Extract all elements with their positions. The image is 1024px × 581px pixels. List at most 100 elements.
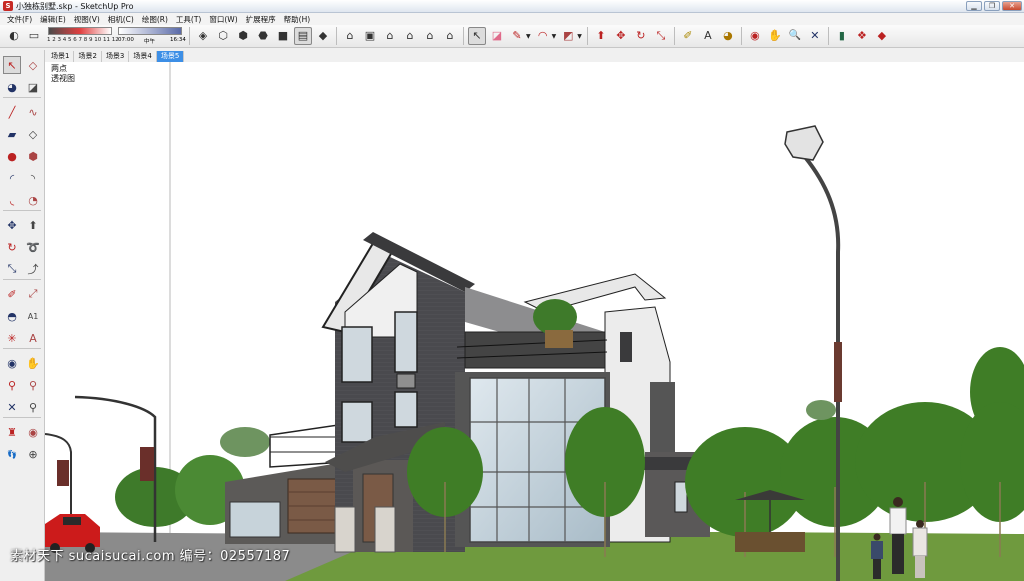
back-edges-icon[interactable]: ⬡ [214,27,232,45]
back-view-icon[interactable]: ⌂ [421,27,439,45]
pan-icon[interactable]: ✋ [766,27,784,45]
3d-text-icon[interactable]: A [24,329,42,347]
zoom-window-icon[interactable]: ⚲ [24,376,42,394]
rotated-rectangle-icon[interactable]: ◇ [24,125,42,143]
eraser-icon[interactable]: ◪ [488,27,506,45]
push-pull-icon[interactable]: ⬆ [24,216,42,234]
sketchup-app-icon: S [3,1,13,11]
toolbar-separator [463,27,464,45]
pie-icon[interactable]: ◔ [24,191,42,209]
follow-me-icon[interactable]: ➰ [24,238,42,256]
extension-icon[interactable]: ◆ [873,27,891,45]
menu-help[interactable]: 帮助(H) [280,14,315,25]
rotate-icon[interactable]: ↻ [3,238,21,256]
position-camera-icon[interactable]: ♜ [3,423,21,441]
chevron-down-icon[interactable]: ▼ [552,33,557,40]
tab-scene-5[interactable]: 场景5 [156,50,185,62]
menu-tools[interactable]: 工具(T) [172,14,205,25]
walk-icon[interactable]: 👣 [3,445,21,463]
tab-scene-1[interactable]: 场景1 [47,50,75,62]
shaded-icon[interactable]: ■ [274,27,292,45]
line-icon[interactable]: ╱ [3,103,21,121]
right-view-icon[interactable]: ⌂ [401,27,419,45]
title-bar: S 小独栋别墅.skp - SketchUp Pro ▁ ❐ ✕ [0,0,1024,13]
move-icon[interactable]: ✥ [3,216,21,234]
previous-view-icon[interactable]: ⚲ [24,398,42,416]
menu-edit[interactable]: 编辑(E) [36,14,70,25]
polygon-icon[interactable]: ⬢ [24,147,42,165]
two-point-arc-icon[interactable]: ◝ [24,169,42,187]
axes-icon[interactable]: ✳ [3,329,21,347]
model-viewport[interactable]: 两点 透视图 [45,62,1024,581]
left-view-icon[interactable]: ⌂ [441,27,459,45]
pencil-icon[interactable]: ✎ [508,27,526,45]
maximize-button[interactable]: ❐ [984,1,1000,11]
shadow-date-slider[interactable] [48,27,112,35]
shadow-settings-sliders[interactable]: 1 2 3 4 5 6 7 8 9 10 11 12 07:00 中午 16:3… [46,26,186,46]
orbit-icon[interactable]: ◉ [746,27,764,45]
push-pull-icon[interactable]: ⬆ [592,27,610,45]
select-icon[interactable]: ↖ [3,56,21,74]
zoom-extents-icon[interactable]: ✕ [806,27,824,45]
shadow-time-slider[interactable] [118,27,182,35]
chevron-down-icon[interactable]: ▼ [526,33,531,40]
menu-extensions[interactable]: 扩展程序 [242,14,280,25]
shadow-time-start: 07:00 [118,37,134,43]
eraser-icon[interactable]: ◪ [24,78,42,96]
orbit-icon[interactable]: ◉ [3,354,21,372]
select-icon[interactable]: ↖ [468,27,486,45]
shaded-textures-icon[interactable]: ▤ [294,27,312,45]
tab-scene-3[interactable]: 场景3 [102,50,130,62]
menu-file[interactable]: 文件(F) [3,14,36,25]
tab-scene-4[interactable]: 场景4 [129,50,157,62]
paint-bucket-icon[interactable]: ◕ [719,27,737,45]
chevron-down-icon[interactable]: ▼ [577,33,582,40]
menu-window[interactable]: 窗口(W) [205,14,241,25]
rotate-icon[interactable]: ↻ [632,27,650,45]
protractor-icon[interactable]: ◓ [3,307,21,325]
xray-icon[interactable]: ◈ [194,27,212,45]
zoom-extents-icon[interactable]: ✕ [3,398,21,416]
scale-icon[interactable]: ⤡ [3,260,21,278]
circle-icon[interactable]: ● [3,147,21,165]
top-view-icon[interactable]: ▣ [361,27,379,45]
text-icon[interactable]: A [699,27,717,45]
fog-icon[interactable]: ▭ [25,27,43,45]
text-icon[interactable]: A1 [24,307,42,325]
minimize-button[interactable]: ▁ [966,1,982,11]
tab-scene-2[interactable]: 场景2 [74,50,102,62]
hidden-line-icon[interactable]: ⬣ [254,27,272,45]
front-view-icon[interactable]: ⌂ [381,27,399,45]
toolbar-separator [827,27,829,45]
zoom-icon[interactable]: ⚲ [3,376,21,394]
menu-draw[interactable]: 绘图(R) [138,14,172,25]
arc-icon[interactable]: ◜ [3,169,21,187]
close-button[interactable]: ✕ [1002,1,1022,11]
shadow-toggle-icon[interactable]: ◐ [5,27,23,45]
freehand-icon[interactable]: ∿ [24,103,42,121]
scale-icon[interactable]: ⤡ [652,27,670,45]
tape-measure-icon[interactable]: ✐ [679,27,697,45]
section-plane-icon[interactable]: ⊕ [24,445,42,463]
components-icon[interactable]: ▮ [833,27,851,45]
menu-camera[interactable]: 相机(C) [104,14,138,25]
look-around-icon[interactable]: ◉ [24,423,42,441]
move-icon[interactable]: ✥ [612,27,630,45]
rectangle-icon[interactable]: ▰ [3,125,21,143]
palette-separator [3,97,41,98]
pan-icon[interactable]: ✋ [24,354,42,372]
make-component-icon[interactable]: ◇ [24,56,42,74]
tape-measure-icon[interactable]: ✐ [3,285,21,303]
rectangle-icon[interactable]: ◩ [559,27,577,45]
zoom-icon[interactable]: 🔍 [786,27,804,45]
iso-view-icon[interactable]: ⌂ [341,27,359,45]
paint-bucket-icon[interactable]: ◕ [3,78,21,96]
menu-view[interactable]: 视图(V) [70,14,104,25]
dimension-icon[interactable]: ⤢ [24,285,42,303]
offset-icon[interactable]: ⤴ [24,260,42,278]
monochrome-icon[interactable]: ◆ [314,27,332,45]
arc-icon[interactable]: ◠ [534,27,552,45]
wireframe-icon[interactable]: ⬢ [234,27,252,45]
warehouse-icon[interactable]: ❖ [853,27,871,45]
three-point-arc-icon[interactable]: ◟ [3,191,21,209]
